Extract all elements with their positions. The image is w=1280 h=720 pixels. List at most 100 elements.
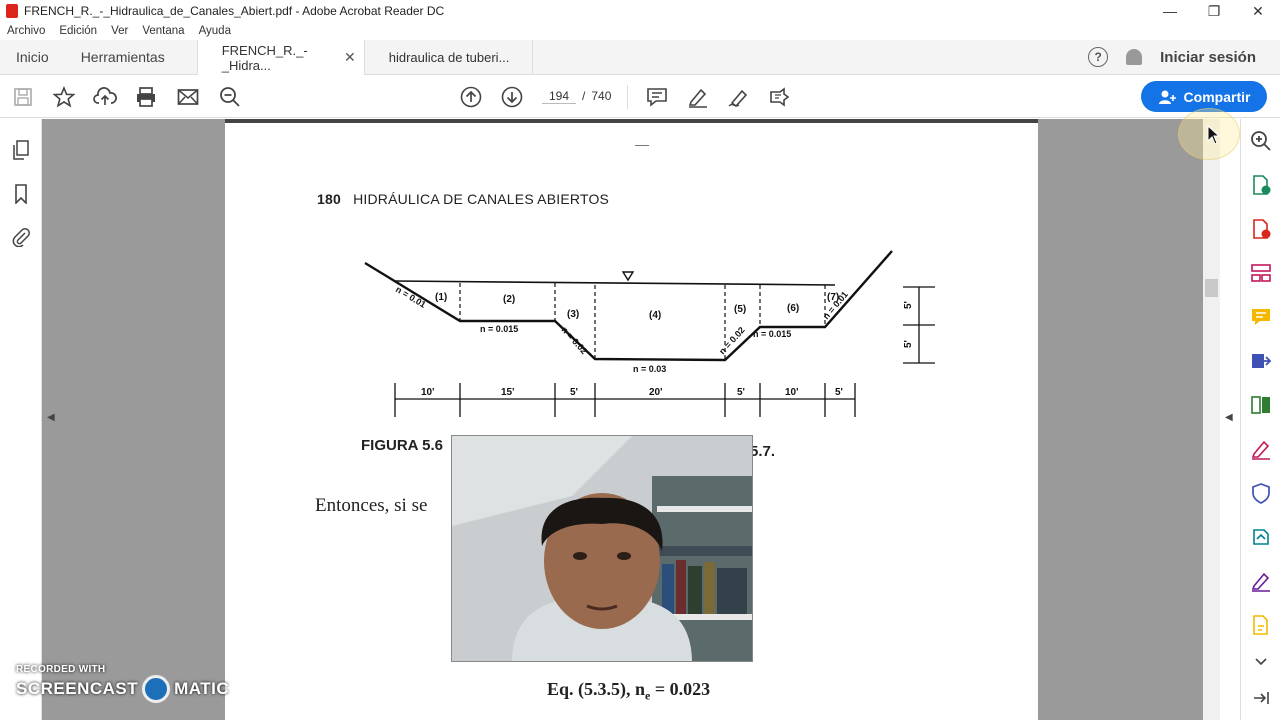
webcam-presenter-image: [452, 436, 752, 661]
email-icon[interactable]: [176, 85, 200, 109]
menu-archivo[interactable]: Archivo: [7, 25, 45, 37]
collapse-right-panel-icon[interactable]: ◀: [1225, 412, 1233, 423]
roughness-label: n = 0.02: [560, 325, 590, 356]
page-navigator: 194 / 740: [542, 89, 611, 104]
equation-value: = 0.023: [650, 679, 711, 699]
watermark-brand-a: SCREENCAST: [16, 679, 139, 698]
width-label: 20': [649, 387, 663, 398]
menu-ventana[interactable]: Ventana: [142, 25, 184, 37]
width-label: 5': [835, 387, 843, 398]
close-tab-icon[interactable]: ✕: [344, 49, 356, 66]
bookmark-star-icon[interactable]: [52, 85, 76, 109]
menu-ayuda[interactable]: Ayuda: [199, 25, 231, 37]
width-label: 10': [785, 387, 799, 398]
notifications-bell-icon[interactable]: [1126, 49, 1143, 65]
depth-label: 5': [903, 301, 914, 309]
section-label: (6): [787, 303, 799, 314]
zoom-search-icon[interactable]: [218, 85, 242, 109]
tab-tools[interactable]: Herramientas: [65, 40, 197, 74]
restore-button[interactable]: ❐: [1192, 3, 1236, 20]
bookmarks-icon[interactable]: [11, 184, 31, 204]
page-separator: /: [582, 89, 586, 103]
request-signature-icon[interactable]: [1250, 570, 1272, 592]
signin-button[interactable]: Iniciar sesión: [1160, 49, 1256, 66]
print-icon[interactable]: [134, 85, 158, 109]
comment-icon[interactable]: [645, 85, 669, 109]
section-label: (1): [435, 292, 447, 303]
collapse-left-panel-icon[interactable]: ◀: [47, 412, 55, 423]
comment-tool-icon[interactable]: [1250, 306, 1272, 328]
export-pdf-icon[interactable]: [1250, 174, 1272, 196]
tab-home[interactable]: Inicio: [0, 40, 65, 74]
figure-caption: FIGURA 5.6: [361, 437, 443, 454]
close-window-button[interactable]: ✕: [1236, 3, 1280, 20]
depth-label: 5': [903, 340, 914, 348]
screencast-logo-icon: [142, 675, 171, 703]
webcam-overlay: [451, 435, 753, 662]
organize-pages-icon[interactable]: [1250, 262, 1272, 284]
scrollbar-thumb[interactable]: [1205, 279, 1218, 297]
page-total: 740: [591, 89, 612, 103]
menu-bar: Archivo Edición Ver Ventana Ayuda: [0, 22, 1280, 40]
tab-document-hidraulica[interactable]: hidraulica de tuberi...: [365, 40, 533, 74]
section-label: (2): [503, 294, 515, 305]
tab-document-label: hidraulica de tuberi...: [388, 49, 510, 65]
page-header-title: HIDRÁULICA DE CANALES ABIERTOS: [353, 191, 610, 207]
next-page-icon[interactable]: [500, 85, 524, 109]
upload-cloud-icon[interactable]: [93, 85, 117, 109]
section-label: (3): [567, 309, 579, 320]
figure-caption-tail: 5.7.: [750, 443, 776, 460]
page-thumbnails-icon[interactable]: [11, 140, 31, 160]
section-label: (4): [649, 310, 661, 321]
save-icon[interactable]: [11, 85, 35, 109]
mouse-cursor-icon: [1207, 125, 1221, 145]
width-label: 10': [421, 387, 435, 398]
roughness-label: n = 0.02: [717, 325, 747, 356]
toolbar: 194 / 740: [0, 75, 1280, 118]
section-label: (5): [734, 304, 746, 315]
fill-sign-icon[interactable]: [1250, 438, 1272, 460]
roughness-label: n = 0.015: [480, 324, 518, 334]
title-bar: FRENCH_R._-_Hidraulica_de_Canales_Abiert…: [0, 0, 1280, 22]
sign-pen-icon[interactable]: [727, 85, 751, 109]
menu-edicion[interactable]: Edición: [59, 25, 97, 37]
tab-document-label: FRENCH_R._-_Hidra...: [221, 42, 308, 73]
attachments-paperclip-icon[interactable]: [11, 227, 31, 247]
previous-page-icon[interactable]: [459, 85, 483, 109]
expand-tools-chevron-icon[interactable]: [1250, 651, 1272, 673]
roughness-label: n = 0.03: [633, 364, 666, 374]
minimize-button[interactable]: —: [1148, 3, 1192, 19]
more-tools-icon[interactable]: [1250, 614, 1272, 636]
equation-text: Eq. (5.3.5), n: [547, 679, 646, 699]
share-button-label: Compartir: [1183, 88, 1251, 105]
highlight-pen-icon[interactable]: [686, 85, 710, 109]
channel-cross-section-figure: (1) (2) (3) (4) (5) (6) (7) n = 0.01 n =…: [364, 250, 935, 417]
menu-ver[interactable]: Ver: [111, 25, 128, 37]
body-text: Entonces, si se: [315, 495, 428, 516]
share-send-icon[interactable]: [768, 85, 792, 109]
left-navigation-rail: [0, 119, 42, 720]
right-tools-rail: [1240, 119, 1280, 720]
compare-files-icon[interactable]: [1250, 394, 1272, 416]
equation: Eq. (5.3.5), ne = 0.023: [547, 679, 710, 704]
acrobat-app-icon: [6, 4, 18, 18]
tab-bar: Inicio Herramientas FRENCH_R._-_Hidra...…: [0, 40, 1280, 76]
watermark-brand-b: MATIC: [174, 679, 230, 698]
protect-shield-icon[interactable]: [1250, 482, 1272, 504]
optimize-pdf-icon[interactable]: [1250, 526, 1272, 548]
page-number-input[interactable]: 194: [542, 89, 576, 104]
send-for-review-icon[interactable]: [1250, 350, 1272, 372]
help-icon[interactable]: ?: [1088, 47, 1109, 67]
width-label: 5': [737, 387, 745, 398]
collapse-panel-icon[interactable]: [1250, 687, 1272, 709]
create-pdf-icon[interactable]: [1250, 218, 1272, 240]
vertical-scrollbar[interactable]: [1203, 119, 1220, 720]
zoom-in-icon[interactable]: [1250, 130, 1272, 152]
water-level-symbol: [621, 271, 635, 282]
page-header: 180 HIDRÁULICA DE CANALES ABIERTOS: [317, 191, 609, 207]
tab-document-french[interactable]: FRENCH_R._-_Hidra... ✕: [196, 40, 365, 76]
width-label: 5': [570, 387, 578, 398]
add-user-icon: [1158, 90, 1176, 104]
roughness-label: n = 0.015: [753, 329, 791, 339]
page-number-label: 180: [317, 191, 341, 207]
